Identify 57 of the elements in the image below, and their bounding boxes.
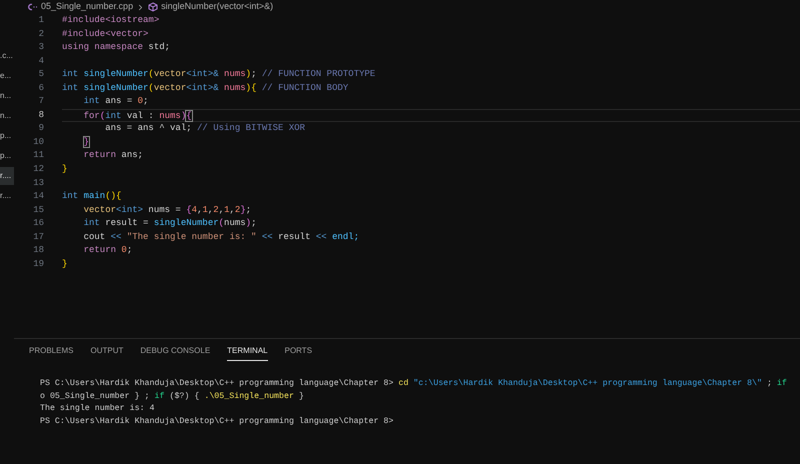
panel-tab[interactable]: OUTPUT bbox=[90, 345, 124, 361]
code-line: ans = ans ^ val; // Using BITWISE XOR bbox=[104, 123, 306, 134]
panel-tab[interactable]: DEBUG CONSOLE bbox=[140, 345, 210, 361]
sidebar-item[interactable]: n... bbox=[0, 87, 14, 105]
line-number: 8 bbox=[38, 108, 44, 122]
line-number: 15 bbox=[32, 204, 44, 217]
terminal-line: PS C:\Users\Hardik Khanduja\Desktop\C++ programming language\Chapter 8> cd "c:\Users\Hardik Khanduja\Desktop\C++ programming language\Chapter 8\" ; if bbox=[40, 378, 788, 390]
breadcrumb-file[interactable]: 05_Single_number.cpp bbox=[41, 0, 134, 14]
panel-tab[interactable]: PROBLEMS bbox=[29, 345, 74, 361]
breadcrumb-symbol[interactable]: singleNumber(vector<int>&) bbox=[161, 0, 274, 14]
sidebar-item[interactable]: p... bbox=[0, 127, 14, 145]
sidebar-item[interactable]: .c... bbox=[0, 47, 14, 65]
sidebar-item[interactable]: p... bbox=[0, 147, 14, 165]
cpp-file-icon bbox=[27, 3, 38, 11]
line-number: 11 bbox=[32, 149, 44, 162]
terminal-line: PS C:\Users\Hardik Khanduja\Desktop\C++ programming language\Chapter 8> bbox=[40, 416, 395, 428]
line-number: 3 bbox=[38, 41, 44, 54]
line-number: 6 bbox=[38, 82, 44, 95]
code-line: int singleNumber(vector<int>& nums){ // FUNCTION BODY bbox=[62, 82, 348, 93]
code-line: } bbox=[84, 136, 89, 147]
line-number: 7 bbox=[38, 95, 44, 108]
line-number: 14 bbox=[32, 190, 44, 204]
sidebar-item[interactable]: r.... bbox=[0, 187, 14, 205]
line-number: 16 bbox=[32, 217, 44, 230]
code-line: return ans; bbox=[82, 150, 144, 160]
line-number: 1 bbox=[38, 14, 44, 27]
line-number: 17 bbox=[32, 230, 44, 244]
terminal-line: The single number is: 4 bbox=[40, 403, 156, 415]
line-number: 4 bbox=[38, 54, 44, 68]
code-line: vector<int> nums = {4,1,2,1,2}; bbox=[82, 204, 252, 215]
panel-tab[interactable]: PORTS bbox=[284, 345, 312, 361]
line-number: 9 bbox=[38, 122, 44, 136]
panel-tab[interactable]: TERMINAL bbox=[227, 345, 268, 361]
code-line: #include<vector> bbox=[62, 28, 148, 39]
code-line: cout << "The single number is: " << result << endl; bbox=[82, 232, 360, 242]
code-line: int singleNumber(vector<int>& nums); // FUNCTION PROTOTYPE bbox=[62, 69, 376, 80]
code-line: int ans = 0; bbox=[82, 96, 148, 106]
code-line: using namespace std; bbox=[62, 42, 170, 52]
code-line: } bbox=[62, 258, 68, 269]
code-line: int main(){ bbox=[62, 191, 122, 202]
sidebar-item[interactable]: n... bbox=[0, 107, 14, 125]
line-number: 5 bbox=[38, 68, 44, 82]
line-number: 10 bbox=[32, 136, 44, 149]
code-line: for(int val : nums){ bbox=[82, 110, 192, 121]
code-line: } bbox=[62, 164, 68, 174]
terminal-line: o 05_Single_number } ; if ($?) { .\05_Single_number } bbox=[40, 390, 305, 402]
code-line: int result = singleNumber(nums); bbox=[82, 218, 256, 228]
line-number: 12 bbox=[32, 163, 44, 176]
line-number: 18 bbox=[32, 244, 44, 258]
line-number: 2 bbox=[38, 28, 44, 41]
cube-icon bbox=[148, 2, 158, 12]
code-line: return 0; bbox=[82, 245, 132, 256]
code-line: #include<iostream> bbox=[62, 15, 160, 25]
sidebar-item[interactable]: r.... bbox=[0, 167, 14, 185]
line-number: 19 bbox=[32, 258, 44, 271]
line-number: 13 bbox=[32, 176, 44, 190]
sidebar-item[interactable]: e... bbox=[0, 67, 14, 85]
